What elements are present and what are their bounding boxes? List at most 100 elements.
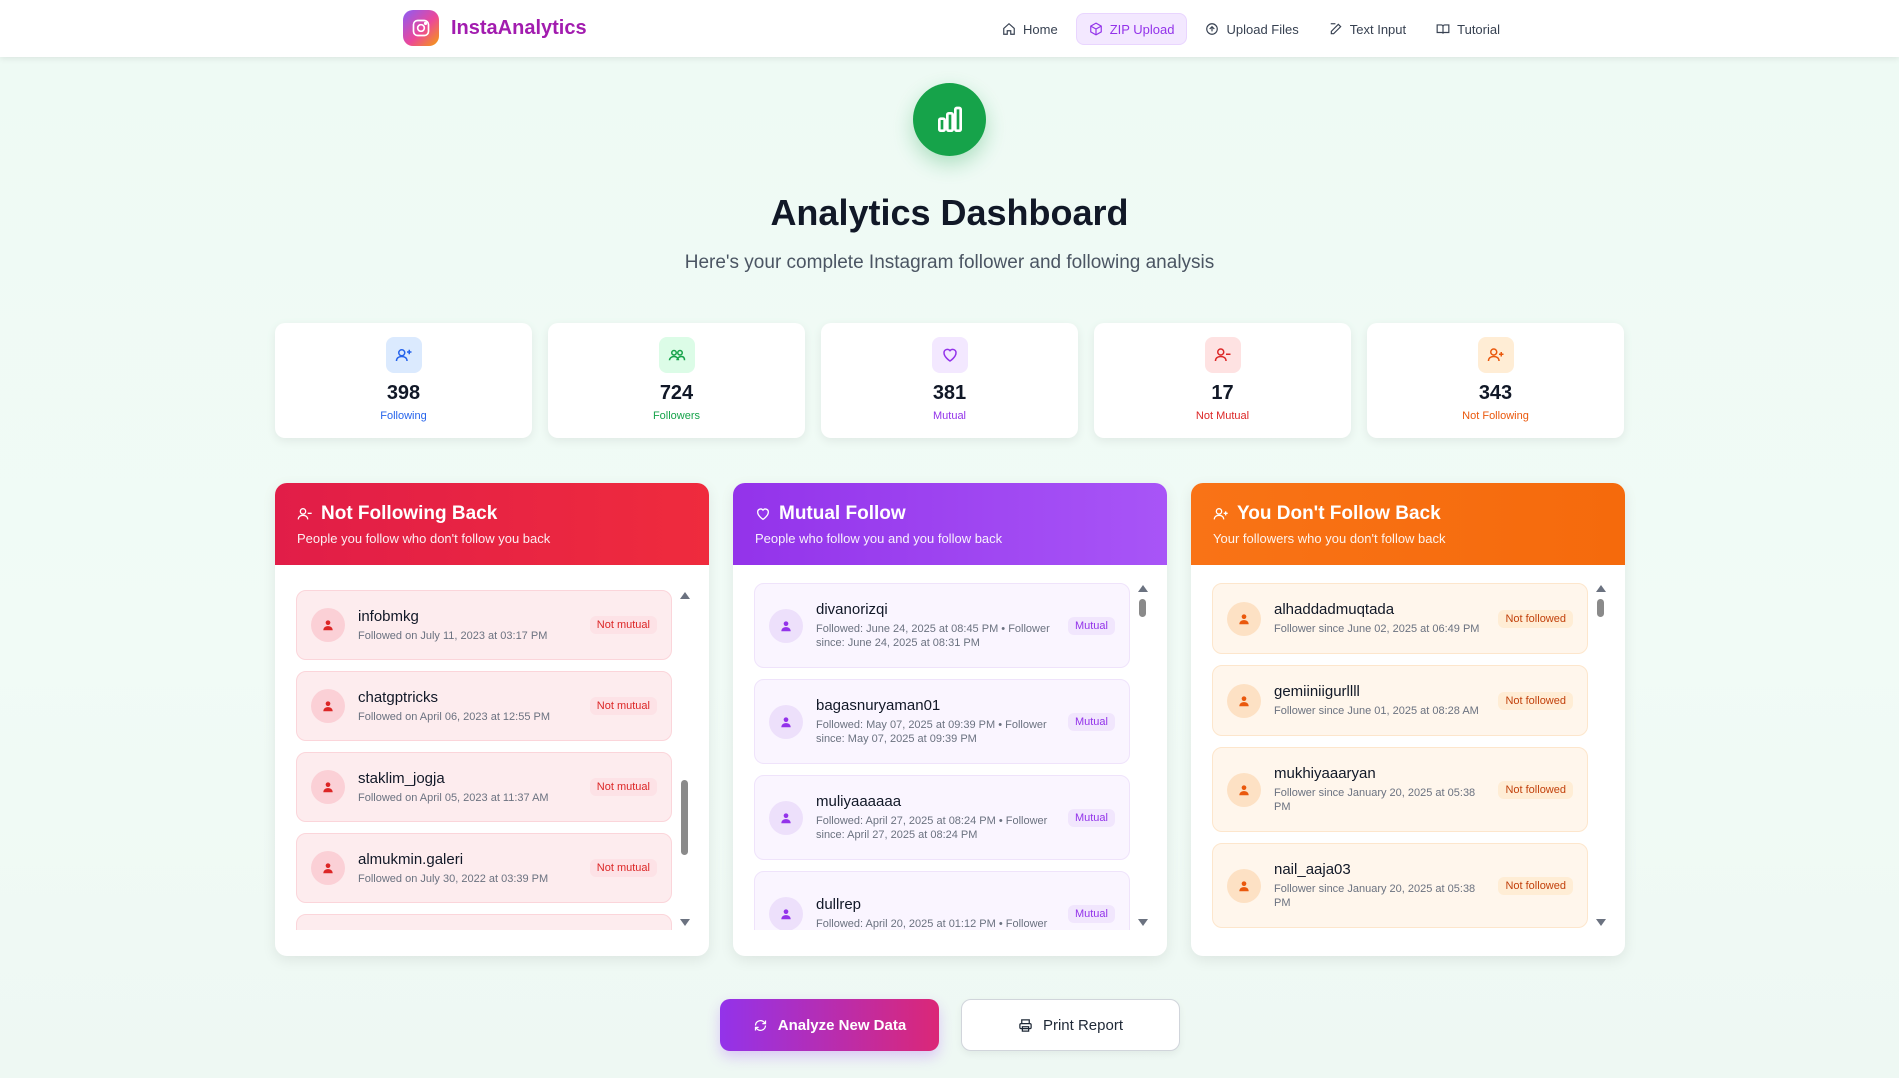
list-item[interactable]: mukhiyaaaryan Follower since January 20,… (1212, 747, 1588, 832)
stat-mutual: 381 Mutual (821, 323, 1078, 438)
panel-description: People you follow who don't follow you b… (297, 531, 551, 546)
nav-links: Home ZIP Upload Upload Files Text Input … (990, 13, 1512, 45)
username: almukmin.galeri (358, 850, 464, 868)
stat-not-mutual: 17 Not Mutual (1094, 323, 1351, 438)
user-icon (769, 800, 803, 835)
page-title: Analytics Dashboard (770, 192, 1129, 233)
follow-date: Followed: May 07, 2025 at 09:39 PM • Fol… (816, 719, 1047, 745)
list-item[interactable]: muliyaaaaaa Followed: April 27, 2025 at … (754, 775, 1130, 860)
list-item[interactable]: nail_aaja03 Follower since January 20, 2… (1212, 843, 1588, 928)
status-badge: Not followed (1498, 609, 1573, 628)
nav-home[interactable]: Home (990, 13, 1070, 45)
bar-chart-icon (913, 83, 986, 156)
nav-tutorial-label: Tutorial (1457, 21, 1500, 37)
not-following-back-list[interactable]: infobmkg Followed on July 11, 2023 at 03… (296, 590, 674, 930)
list-item[interactable]: bagasnuryaman01 Followed: May 07, 2025 a… (754, 679, 1130, 764)
status-badge: Mutual (1067, 904, 1115, 923)
list-item[interactable]: infobmkg Followed on July 11, 2023 at 03… (296, 590, 672, 660)
list-item[interactable]: gemiiniigurllll Follower since June 01, … (1212, 665, 1588, 736)
you-dont-follow-back-list[interactable]: alhaddadmuqtada Follower since June 02, … (1212, 583, 1590, 930)
list-item[interactable]: chatgptricks Followed on April 06, 2023 … (296, 671, 672, 741)
nav-text-input[interactable]: Text Input (1317, 13, 1418, 45)
user-minus-icon (1204, 337, 1241, 373)
brand[interactable]: InstaAnalytics (403, 10, 587, 46)
stat-not-following-value: 343 (1478, 382, 1513, 404)
scroll-thumb[interactable] (681, 780, 688, 855)
nav-upload-files[interactable]: Upload Files (1193, 13, 1310, 45)
stat-not-following: 343 Not Following (1367, 323, 1624, 438)
printer-icon (1019, 1018, 1032, 1032)
nav-tutorial[interactable]: Tutorial (1424, 13, 1512, 45)
stat-not-mutual-label: Not Mutual (1195, 410, 1250, 422)
stat-followers-label: Followers (652, 410, 701, 422)
status-badge: Not followed (1498, 780, 1573, 799)
list-item[interactable]: dullrep Followed: April 20, 2025 at 01:1… (754, 871, 1130, 930)
mutual-follow-list[interactable]: divanorizqi Followed: June 24, 2025 at 0… (754, 583, 1132, 930)
status-badge: Not mutual (589, 859, 657, 877)
follow-date: Followed on July 11, 2023 at 03:17 PM (358, 629, 548, 642)
follower-since: Follower since June 02, 2025 at 06:49 PM (1274, 623, 1480, 635)
username: muliyaaaaaa (816, 793, 902, 810)
follower-since: Follower since January 20, 2025 at 05:38… (1274, 787, 1476, 813)
scrollbar[interactable] (1136, 583, 1148, 930)
username: chatgptricks (358, 688, 439, 706)
list-item-text: bagasnuryaman01 Followed: May 07, 2025 a… (816, 697, 1058, 746)
user-icon (1227, 772, 1261, 807)
analyze-new-data-button[interactable]: Analyze New Data (720, 999, 939, 1051)
status-badge: Not mutual (589, 616, 657, 634)
list-item[interactable]: alhaddadmuqtada Follower since June 02, … (1212, 583, 1588, 654)
panel-body: infobmkg Followed on July 11, 2023 at 03… (275, 565, 709, 956)
stat-not-following-label: Not Following (1462, 410, 1529, 422)
list-item[interactable]: almukmin.galeri Followed on July 30, 202… (296, 833, 672, 903)
list-item-text: alhaddadmuqtada Follower since June 02, … (1274, 601, 1488, 636)
user-icon (769, 608, 803, 643)
list-item[interactable]: divanorizqi Followed: June 24, 2025 at 0… (754, 583, 1130, 668)
username: infobmkg (358, 607, 419, 625)
stat-followers: 724 Followers (548, 323, 805, 438)
panel-body: divanorizqi Followed: June 24, 2025 at 0… (733, 565, 1167, 956)
follow-date: Followed on July 30, 2022 at 03:39 PM (358, 872, 549, 885)
scrollbar[interactable] (1594, 583, 1606, 930)
follow-date: Followed on April 06, 2023 at 12:55 PM (358, 710, 551, 723)
panel-title: You Don't Follow Back (1237, 503, 1441, 524)
you-dont-follow-back-panel: You Don't Follow Back Your followers who… (1191, 483, 1625, 956)
print-report-button[interactable]: Print Report (961, 999, 1180, 1051)
scroll-thumb[interactable] (1139, 599, 1146, 617)
print-report-label: Print Report (1042, 1016, 1124, 1034)
status-badge: Mutual (1067, 616, 1115, 635)
book-icon (1436, 24, 1450, 34)
list-item-text: chatgptricks Followed on April 06, 2023 … (358, 689, 580, 724)
panel-header: Mutual Follow People who follow you and … (733, 483, 1167, 565)
user-icon (1227, 683, 1261, 718)
list-item-text: divanorizqi Followed: June 24, 2025 at 0… (816, 601, 1058, 650)
stat-mutual-value: 381 (932, 382, 967, 404)
nav-zip-upload[interactable]: ZIP Upload (1075, 13, 1188, 45)
status-badge: Mutual (1067, 712, 1115, 731)
top-navbar: InstaAnalytics Home ZIP Upload Upload Fi… (0, 0, 1899, 57)
scroll-up-arrow[interactable] (680, 592, 690, 599)
follow-date: Followed: April 20, 2025 at 01:12 PM • F… (816, 918, 1048, 930)
scroll-up-arrow[interactable] (1596, 585, 1606, 592)
username: gemiiniigurllll (1274, 683, 1360, 700)
scrollbar[interactable] (678, 590, 690, 930)
panel-title-row: Not Following Back (297, 503, 687, 525)
username: bagasnuryaman01 (816, 697, 941, 714)
scroll-up-arrow[interactable] (1138, 585, 1148, 592)
follow-date: Followed on April 05, 2023 at 11:37 AM (358, 791, 549, 804)
scroll-thumb[interactable] (1597, 599, 1604, 617)
scroll-down-arrow[interactable] (1596, 919, 1606, 926)
list-item[interactable]: staklim_jogja Followed on April 05, 2023… (296, 752, 672, 822)
analyze-new-data-label: Analyze New Data (777, 1016, 907, 1034)
panel-description: People who follow you and you follow bac… (755, 531, 1003, 546)
nav-home-label: Home (1023, 21, 1058, 37)
username: divanorizqi (816, 601, 888, 618)
list-item-text: infobmkg Followed on July 11, 2023 at 03… (358, 608, 580, 643)
status-badge: Not followed (1498, 876, 1573, 895)
list-item[interactable] (296, 914, 672, 930)
scroll-down-arrow[interactable] (1138, 919, 1148, 926)
scroll-down-arrow[interactable] (680, 919, 690, 926)
upload-icon (1206, 23, 1219, 35)
stat-following-value: 398 (386, 382, 421, 404)
mutual-follow-panel: Mutual Follow People who follow you and … (733, 483, 1167, 956)
status-badge: Not followed (1498, 691, 1573, 710)
